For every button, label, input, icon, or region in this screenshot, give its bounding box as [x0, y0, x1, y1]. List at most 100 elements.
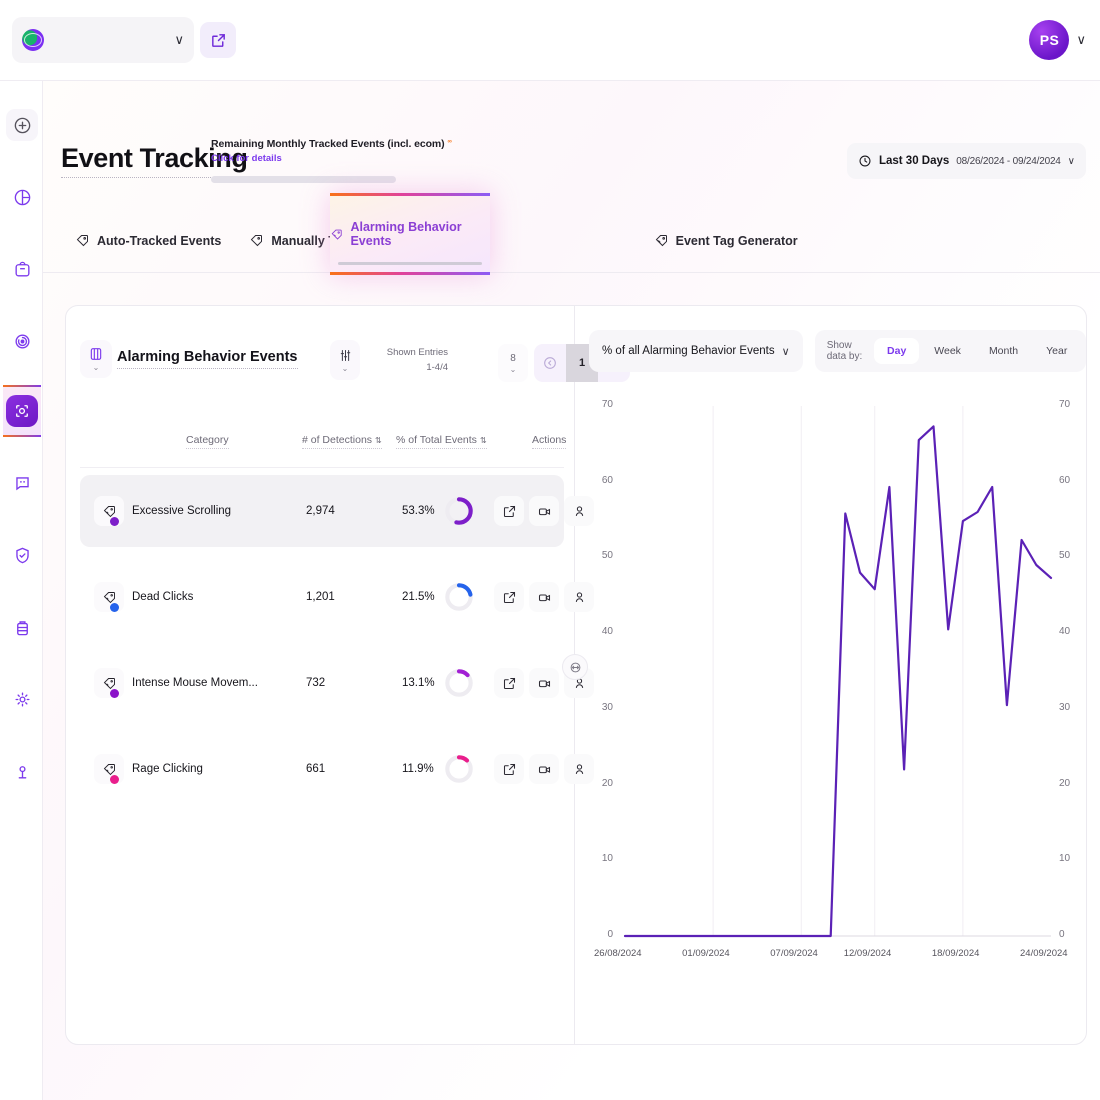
row-color-dot: [110, 603, 119, 612]
granularity-day[interactable]: Day: [874, 338, 919, 364]
chevron-down-icon: ∨: [1068, 156, 1075, 167]
chevron-down-icon: ⌄: [93, 363, 100, 372]
table-row[interactable]: Dead Clicks 1,201 21.5%: [80, 561, 564, 633]
external-link-icon: [502, 762, 517, 777]
quota-label: Remaining Monthly Tracked Events (incl. …: [211, 138, 461, 150]
view-recording-action[interactable]: [529, 582, 559, 612]
sidebar-item-add[interactable]: [6, 109, 38, 141]
metric-select-value: % of all Alarming Behavior Events: [602, 345, 775, 357]
date-range-dates: 08/26/2024 - 09/24/2024: [956, 156, 1060, 167]
series-line-alarming-behavior: [625, 426, 1051, 936]
open-external-action[interactable]: [494, 582, 524, 612]
x-axis-tick: 07/09/2024: [770, 948, 818, 959]
user-menu[interactable]: PS ∨: [1029, 20, 1086, 60]
line-chart: 00101020203030404050506060707026/08/2024…: [581, 388, 1081, 1008]
sidebar-item-recordings[interactable]: [6, 325, 38, 357]
table-view-toggle[interactable]: ⌄: [80, 340, 112, 378]
x-axis-tick: 12/09/2024: [844, 948, 892, 959]
chevron-down-icon: ∨: [782, 345, 790, 358]
sidebar-item-inbox[interactable]: [6, 253, 38, 285]
shown-entries-value: 1-4/4: [368, 361, 448, 376]
quota-details-link[interactable]: Click for details: [211, 153, 461, 164]
content-panels: ⌄ Alarming Behavior Events ⌄ Shown Entri…: [65, 305, 1087, 1045]
column-header-percent[interactable]: % of Total Events ⇅: [396, 434, 487, 449]
plus-circle-icon: [13, 116, 32, 135]
y-axis-tick-right: 10: [1059, 853, 1083, 864]
y-axis-tick-left: 0: [589, 929, 613, 940]
view-recording-action[interactable]: [529, 754, 559, 784]
quota-label-text: Remaining Monthly Tracked Events (incl. …: [211, 138, 445, 150]
view-recording-action[interactable]: [529, 496, 559, 526]
row-category: Rage Clicking: [132, 763, 203, 775]
sidebar-active-pill: [6, 395, 38, 427]
y-axis-tick-right: 0: [1059, 929, 1083, 940]
sidebar-item-reports[interactable]: [6, 611, 38, 643]
sidebar-item-event-tracking[interactable]: [3, 385, 41, 437]
granularity-month[interactable]: Month: [976, 338, 1031, 364]
table-row[interactable]: Excessive Scrolling 2,974 53.3%: [80, 475, 564, 547]
external-link-icon: [502, 590, 517, 605]
video-icon: [537, 590, 552, 605]
sidebar-item-security[interactable]: [6, 539, 38, 571]
tab-auto-tracked-events[interactable]: Auto-Tracked Events: [61, 221, 235, 260]
chevron-down-icon: ∨: [174, 32, 184, 48]
open-external-action[interactable]: [494, 668, 524, 698]
sidebar-item-account[interactable]: [6, 755, 38, 787]
arrow-left-circle-icon: [542, 355, 558, 371]
tab-active-content: Alarming Behavior Events: [330, 220, 490, 248]
x-axis-tick: 24/09/2024: [1020, 948, 1068, 959]
y-axis-tick-left: 70: [589, 399, 613, 410]
previous-page-button[interactable]: [534, 344, 566, 382]
panel-resize-handle[interactable]: [562, 654, 588, 680]
video-icon: [537, 676, 552, 691]
tag-gear-icon: [654, 233, 669, 248]
sidebar-item-settings[interactable]: [6, 683, 38, 715]
sidebar-item-dashboard[interactable]: [6, 181, 38, 213]
metric-select[interactable]: % of all Alarming Behavior Events ∨: [589, 330, 803, 372]
tab-event-tag-generator[interactable]: Event Tag Generator: [640, 221, 812, 260]
site-selector[interactable]: ∨: [12, 17, 194, 63]
y-axis-tick-left: 60: [589, 475, 613, 486]
view-recording-action[interactable]: [529, 668, 559, 698]
tab-alarming-behavior-events[interactable]: Alarming Behavior Events: [330, 193, 490, 275]
sidebar: [0, 81, 43, 1100]
date-range-picker[interactable]: Last 30 Days 08/26/2024 - 09/24/2024 ∨: [847, 143, 1086, 179]
chart-controls: % of all Alarming Behavior Events ∨ Show…: [589, 330, 1086, 372]
open-external-action[interactable]: [494, 496, 524, 526]
page-header: Event Tracking Remaining Monthly Tracked…: [43, 81, 1100, 273]
open-external-action[interactable]: [494, 754, 524, 784]
row-color-dot: [110, 775, 119, 784]
row-donut-chart: [444, 582, 474, 612]
page-size-value: 8: [510, 353, 516, 364]
avatar: PS: [1029, 20, 1069, 60]
granularity-week[interactable]: Week: [921, 338, 974, 364]
page-size-select[interactable]: 8 ⌄: [498, 344, 528, 382]
x-axis-tick: 26/08/2024: [594, 948, 642, 959]
video-icon: [537, 762, 552, 777]
y-axis-tick-right: 20: [1059, 778, 1083, 789]
events-table-panel: ⌄ Alarming Behavior Events ⌄ Shown Entri…: [66, 306, 574, 1044]
granularity-year[interactable]: Year: [1033, 338, 1080, 364]
sidebar-item-feedback[interactable]: [6, 467, 38, 499]
shield-check-icon: [13, 546, 32, 565]
chat-icon: [13, 474, 32, 493]
row-category-icon: [94, 668, 124, 698]
open-site-button[interactable]: [200, 22, 236, 58]
show-data-by-label: Show data by:: [827, 340, 868, 362]
row-percent: 11.9%: [402, 763, 434, 775]
row-detections: 661: [306, 763, 325, 775]
chevron-down-icon: ∨: [1076, 32, 1086, 48]
x-axis-tick: 01/09/2024: [682, 948, 730, 959]
table-row[interactable]: Rage Clicking 661 11.9%: [80, 733, 564, 805]
row-category-icon: [94, 496, 124, 526]
y-axis-tick-right: 60: [1059, 475, 1083, 486]
chart-panel: % of all Alarming Behavior Events ∨ Show…: [575, 306, 1086, 1044]
table-filter-button[interactable]: ⌄: [330, 340, 360, 380]
inbox-icon: [13, 260, 32, 279]
y-axis-tick-right: 70: [1059, 399, 1083, 410]
row-color-dot: [110, 689, 119, 698]
table-header-row: Category # of Detections ⇅ % of Total Ev…: [80, 416, 564, 468]
column-header-detections[interactable]: # of Detections ⇅: [302, 434, 382, 449]
table-row[interactable]: Intense Mouse Movem... 732 13.1%: [80, 647, 564, 719]
row-donut-chart: [444, 754, 474, 784]
